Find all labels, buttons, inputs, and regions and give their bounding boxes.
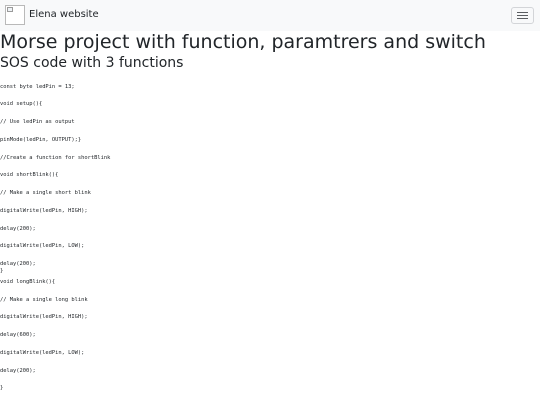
code-line: delay(200); — [0, 368, 36, 374]
code-line: } — [0, 385, 4, 391]
code-line: digitalWrite(ledPin, LOW); — [0, 243, 85, 249]
code-line: pinMode(ledPin, OUTPUT);} — [0, 137, 82, 143]
code-line: void shortBlink(){ — [0, 172, 59, 178]
brand-link[interactable]: Elena website — [29, 9, 99, 21]
code-line: delay(200); — [0, 226, 36, 232]
code-line: digitalWrite(ledPin, LOW); — [0, 350, 85, 356]
broken-image-icon[interactable] — [5, 5, 25, 25]
hamburger-menu-icon — [517, 12, 528, 19]
navbar: Elena website — [0, 0, 540, 31]
page-title: Morse project with function, paramtrers … — [0, 31, 486, 53]
code-line: // Use ledPin as output — [0, 119, 75, 125]
code-line: const byte ledPin = 13; — [0, 84, 75, 90]
code-line: delay(600); — [0, 332, 36, 338]
navbar-toggle-button[interactable] — [511, 7, 534, 24]
code-line: // Make a single short blink — [0, 190, 91, 196]
page-subtitle: SOS code with 3 functions — [0, 55, 184, 71]
code-line: // Make a single long blink — [0, 297, 88, 303]
code-line: void setup(){ — [0, 101, 43, 107]
code-line: digitalWrite(ledPin, HIGH); — [0, 314, 88, 320]
code-line: //Create a function for shortBlink — [0, 155, 111, 161]
code-line: } — [0, 268, 4, 274]
code-line: void longBlink(){ — [0, 279, 56, 285]
code-line: digitalWrite(ledPin, HIGH); — [0, 208, 88, 214]
code-line: delay(200); — [0, 261, 36, 267]
